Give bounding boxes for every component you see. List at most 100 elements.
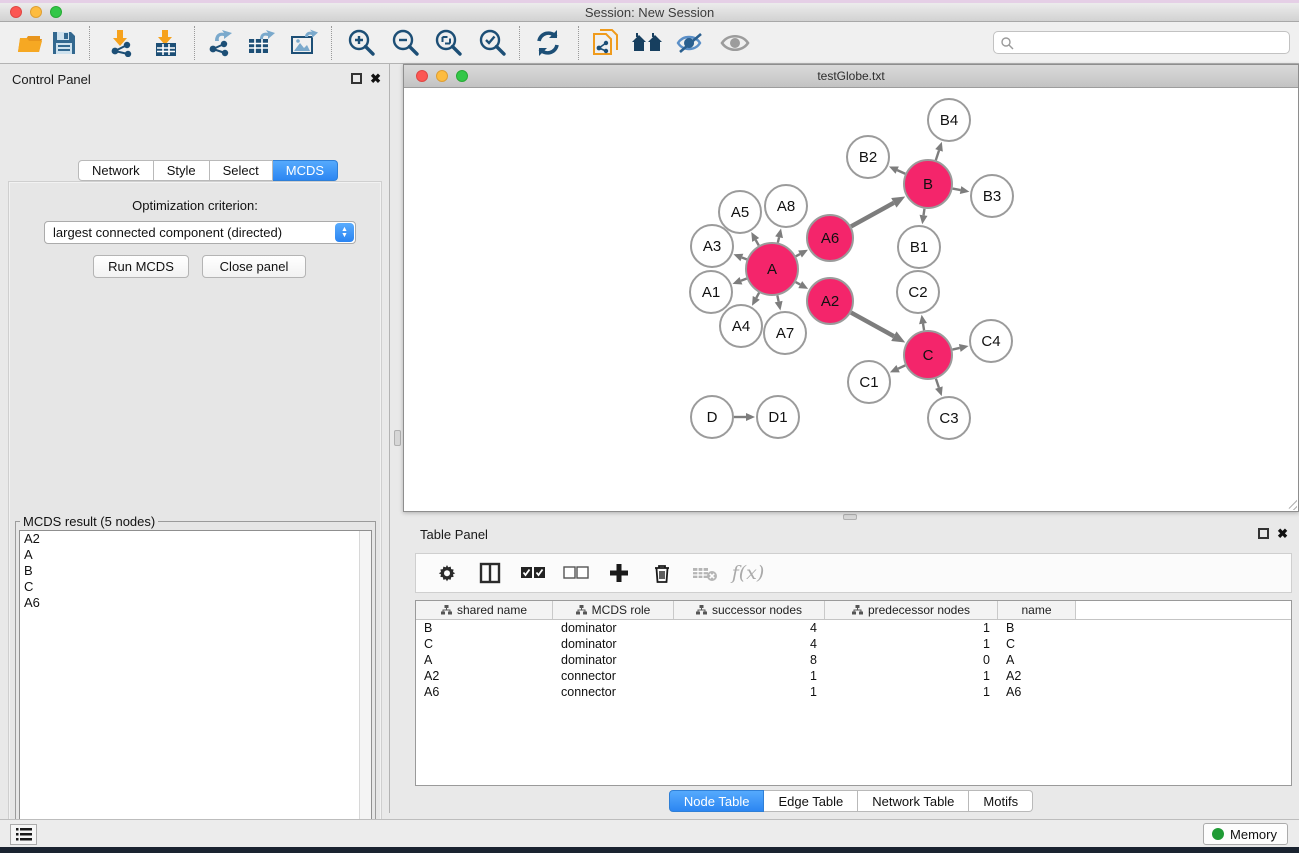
table-row[interactable]: Bdominator41B [416,620,1291,636]
edge-A-A5[interactable] [756,240,759,246]
table-cell[interactable]: A6 [416,684,553,700]
edge-C-C4[interactable] [952,348,959,350]
tab-network[interactable]: Network [78,160,154,181]
function-builder-icon[interactable]: f(x) [735,560,761,586]
network-zoom-button[interactable] [456,70,468,82]
table-cell[interactable]: 1 [825,684,998,700]
column-header-shared-name[interactable]: shared name [416,601,553,619]
network-from-file-icon[interactable] [589,27,623,59]
table-cell[interactable]: 1 [825,636,998,652]
minimize-window-button[interactable] [30,6,42,18]
result-item[interactable]: C [20,579,371,595]
column-layout-icon[interactable] [477,560,503,586]
task-history-button[interactable] [10,824,37,845]
table-cell[interactable]: dominator [553,652,674,668]
add-column-icon[interactable] [606,560,632,586]
close-panel-icon[interactable]: ✖ [1277,526,1288,542]
column-header-successor-nodes[interactable]: successor nodes [674,601,825,619]
window-resize-grip[interactable] [1284,497,1297,510]
table-cell[interactable]: connector [553,684,674,700]
run-mcds-button[interactable]: Run MCDS [93,255,189,278]
result-item[interactable]: A6 [20,595,371,611]
table-row[interactable]: Cdominator41C [416,636,1291,652]
edge-A-A8[interactable] [778,237,779,242]
result-item[interactable]: B [20,563,371,579]
column-header-name[interactable]: name [998,601,1076,619]
table-cell[interactable]: A2 [416,668,553,684]
table-row[interactable]: A6connector11A6 [416,684,1291,700]
close-panel-icon[interactable]: ✖ [370,71,381,87]
column-header-MCDS-role[interactable]: MCDS role [553,601,674,619]
tab-mcds[interactable]: MCDS [273,160,338,181]
mcds-result-list[interactable]: A2ABCA6 [19,530,372,853]
table-cell[interactable]: A [416,652,553,668]
gear-icon[interactable] [434,560,460,586]
float-panel-icon[interactable] [351,73,362,84]
table-cell[interactable]: C [416,636,553,652]
edge-B-B1[interactable] [924,209,925,216]
table-cell[interactable]: 4 [674,620,825,636]
table-cell[interactable]: 1 [825,620,998,636]
export-image-icon[interactable] [287,27,321,59]
table-cell[interactable]: connector [553,668,674,684]
panel-splitter-handle[interactable] [394,430,401,446]
network-canvas[interactable]: B4B2BB3A8A5A6A3B1AC2A1A2A4A7C4CC1C3DD1 [405,89,1297,510]
edge-A2-C[interactable] [851,313,894,337]
edge-C-C1[interactable] [898,365,905,368]
node-table[interactable]: shared nameMCDS rolesuccessor nodesprede… [415,600,1292,786]
memory-button[interactable]: Memory [1203,823,1288,845]
delete-table-icon[interactable] [692,560,718,586]
edge-C-C2[interactable] [923,324,924,331]
zoom-window-button[interactable] [50,6,62,18]
table-cell[interactable]: B [998,620,1076,636]
export-network-icon[interactable] [202,27,236,59]
clear-checkboxes-icon[interactable] [563,560,589,586]
table-cell[interactable]: 4 [674,636,825,652]
edge-C-C3[interactable] [936,379,939,388]
eye-icon[interactable] [718,27,752,59]
edge-A-A1[interactable] [741,279,747,281]
edge-B-B4[interactable] [936,150,939,160]
edge-A-A7[interactable] [777,295,778,301]
table-cell[interactable]: 0 [825,652,998,668]
zoom-out-icon[interactable] [388,27,422,59]
tab-motifs[interactable]: Motifs [969,790,1033,812]
edge-A-A2[interactable] [796,282,801,285]
tab-network-table[interactable]: Network Table [858,790,969,812]
float-panel-icon[interactable] [1258,528,1269,539]
edge-A6-B[interactable] [851,203,894,227]
result-item[interactable]: A [20,547,371,563]
zoom-selected-icon[interactable] [475,27,509,59]
table-cell[interactable]: B [416,620,553,636]
table-cell[interactable]: 1 [825,668,998,684]
edge-A-A4[interactable] [756,293,759,298]
import-table-icon[interactable] [149,27,183,59]
tab-node-table[interactable]: Node Table [669,790,765,812]
network-close-button[interactable] [416,70,428,82]
result-item[interactable]: A2 [20,531,371,547]
home-network-icon[interactable] [630,27,664,59]
open-file-icon[interactable] [13,27,47,59]
table-cell[interactable]: 1 [674,668,825,684]
save-session-icon[interactable] [47,27,81,59]
table-cell[interactable]: dominator [553,620,674,636]
scrollbar[interactable] [359,531,371,853]
show-hide-icon[interactable] [673,27,707,59]
network-minimize-button[interactable] [436,70,448,82]
edge-B-B3[interactable] [953,189,961,190]
column-header-predecessor-nodes[interactable]: predecessor nodes [825,601,998,619]
import-network-icon[interactable] [104,27,138,59]
tab-style[interactable]: Style [154,160,210,181]
tab-edge-table[interactable]: Edge Table [764,790,858,812]
refresh-icon[interactable] [531,27,565,59]
network-graph[interactable]: B4B2BB3A8A5A6A3B1AC2A1A2A4A7C4CC1C3DD1 [405,89,1297,510]
edge-A-A6[interactable] [796,254,800,256]
table-row[interactable]: A2connector11A2 [416,668,1291,684]
table-cell[interactable]: 1 [674,684,825,700]
close-panel-button[interactable]: Close panel [202,255,306,278]
table-cell[interactable]: A6 [998,684,1076,700]
zoom-fit-icon[interactable] [431,27,465,59]
select-all-checkboxes-icon[interactable] [520,560,546,586]
table-cell[interactable]: A2 [998,668,1076,684]
criterion-dropdown[interactable]: largest connected component (directed) ▲… [44,221,356,244]
